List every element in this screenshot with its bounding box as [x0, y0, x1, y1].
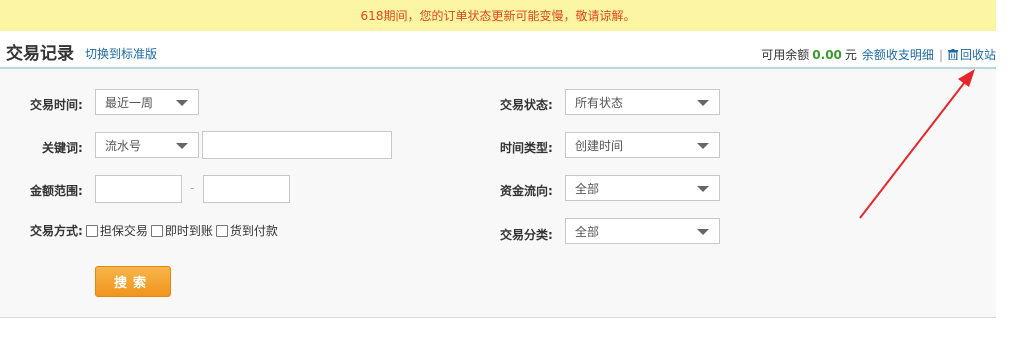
annotation-arrow-icon — [859, 69, 975, 219]
